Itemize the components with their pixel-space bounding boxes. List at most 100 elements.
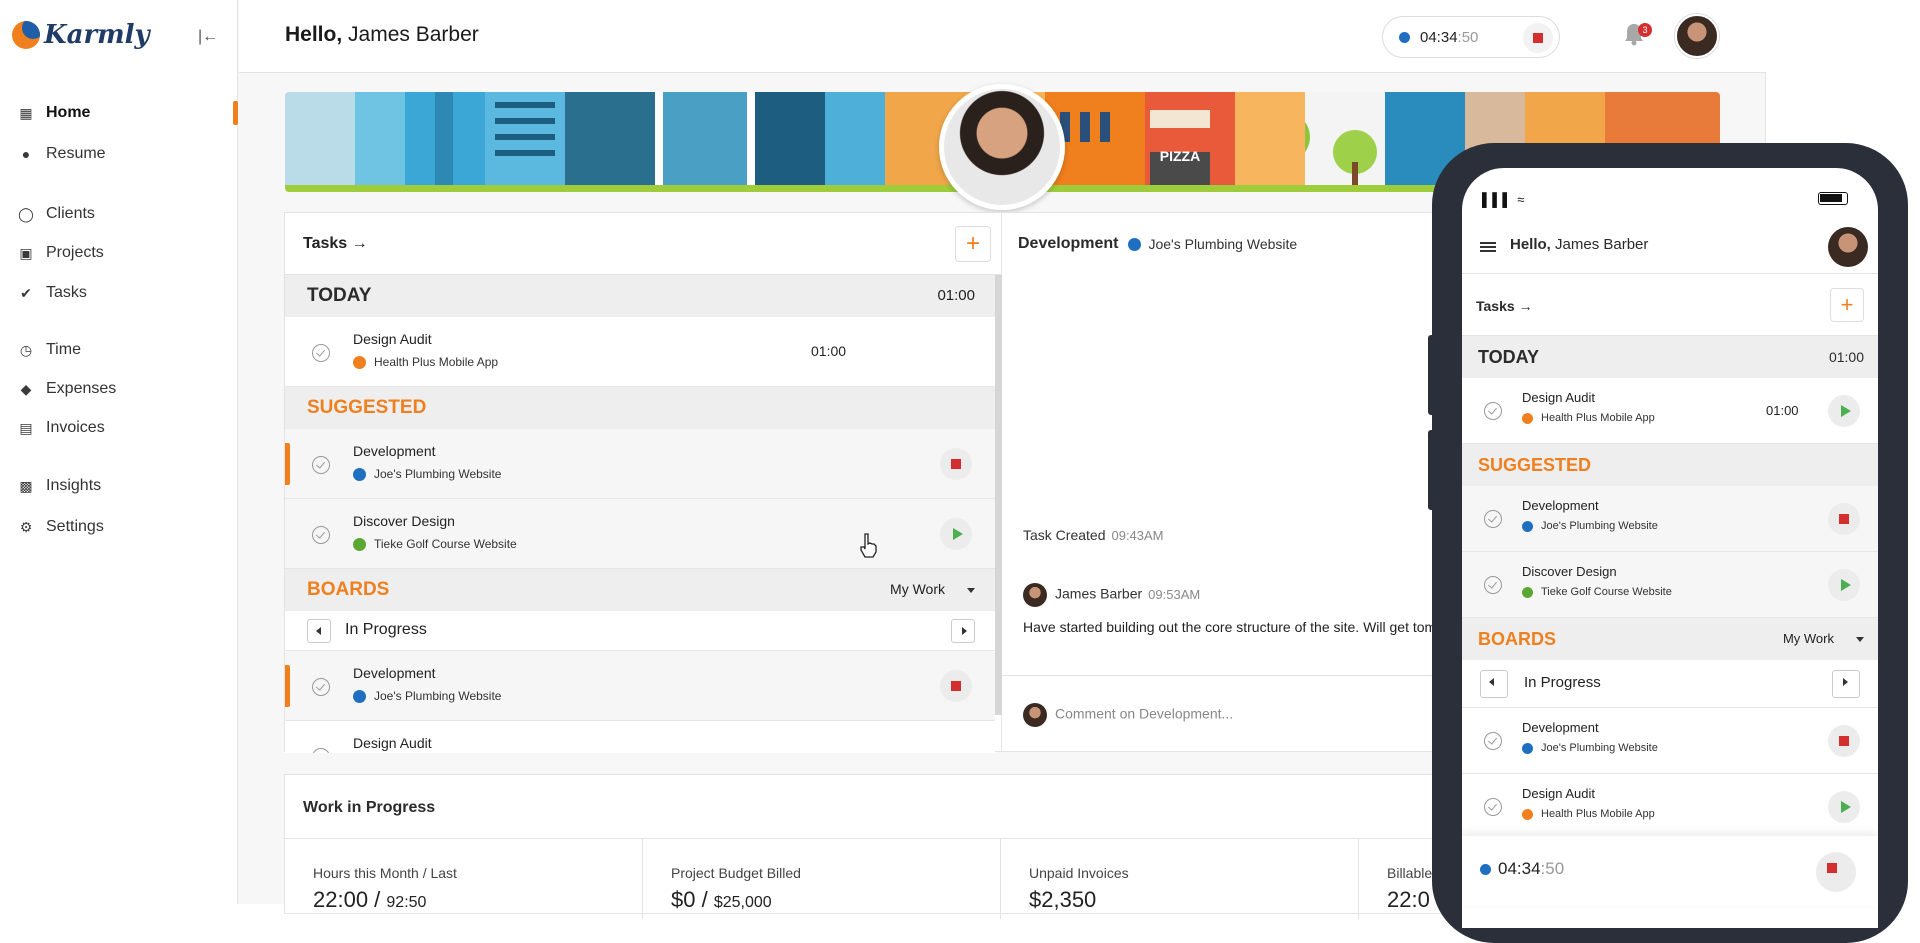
stop-timer-button[interactable] [940, 448, 972, 480]
add-task-button[interactable]: + [955, 226, 991, 262]
task-project: Tieke Golf Course Website [353, 537, 517, 551]
hamburger-menu-icon[interactable] [1480, 242, 1496, 252]
task-row[interactable]: Development Joe's Plumbing Website [285, 429, 995, 499]
home-grid-icon: ▦ [19, 105, 33, 121]
greeting-hello: Hello, [1510, 236, 1551, 253]
start-timer-button[interactable] [940, 518, 972, 550]
mobile-avatar[interactable] [1828, 227, 1868, 267]
list-item[interactable]: Design Audit Health Plus Mobile App [1462, 774, 1878, 840]
start-timer-button[interactable] [1828, 569, 1860, 601]
sidebar-item-resume[interactable]: ● Resume [18, 145, 106, 163]
complete-check-icon[interactable] [1484, 576, 1502, 594]
complete-check-icon[interactable] [1484, 402, 1502, 420]
mobile-timer-bar[interactable]: 04:34:50 [1462, 836, 1878, 906]
stat-budget: Project Budget Billed $0 / $25,000 [643, 839, 1001, 919]
list-item[interactable]: Development Joe's Plumbing Website [1462, 708, 1878, 774]
task-row[interactable]: Design Audit Health Plus Mobile App 01:0… [285, 317, 995, 387]
sidebar-item-insights[interactable]: ▩ Insights [18, 477, 101, 495]
next-board-button[interactable] [1832, 670, 1860, 698]
complete-check-icon[interactable] [1484, 798, 1502, 816]
user-avatar[interactable] [1675, 14, 1719, 58]
list-item[interactable]: Design Audit Health Plus Mobile App 01:0… [1462, 378, 1878, 444]
complete-check-icon[interactable] [312, 456, 330, 474]
task-row[interactable]: Design Audit [285, 721, 995, 753]
complete-check-icon[interactable] [312, 344, 330, 362]
comment-placeholder: Comment on Development... [1055, 705, 1234, 722]
project-label: Joe's Plumbing Website [374, 689, 502, 703]
task-row[interactable]: Discover Design Tieke Golf Course Websit… [285, 499, 995, 569]
tasks-title: Tasks [1476, 298, 1515, 314]
stat-secondary: $25,000 [713, 894, 772, 911]
suggested-label: SUGGESTED [1478, 455, 1592, 475]
stat-value: $0 / $25,000 [671, 887, 772, 913]
project-dot [1522, 520, 1533, 532]
task-name: Design Audit [353, 331, 432, 347]
sidebar-item-label: Invoices [46, 419, 105, 436]
pizza-sign: PIZZA [1160, 148, 1200, 164]
sidebar-item-settings[interactable]: ⚙ Settings [18, 518, 104, 536]
running-timer[interactable]: 04:34:50 [1382, 16, 1560, 58]
commenter-avatar [1023, 703, 1047, 727]
project-dot [353, 467, 366, 481]
arrow-right-icon: → [351, 235, 368, 252]
list-item[interactable]: Development Joe's Plumbing Website [1462, 486, 1878, 552]
prev-board-button[interactable] [1480, 670, 1508, 698]
notification-badge: 3 [1638, 23, 1652, 37]
task-name: Discover Design [1522, 564, 1617, 579]
comment-input[interactable]: Comment on Development... [1023, 703, 1233, 727]
active-task-accent [285, 665, 290, 707]
complete-check-icon[interactable] [312, 526, 330, 544]
sidebar-item-tasks[interactable]: ✔ Tasks [18, 284, 87, 302]
sidebar-item-expenses[interactable]: ◆ Expenses [18, 380, 117, 398]
task-name: Development [1522, 498, 1599, 513]
project-label: Health Plus Mobile App [1541, 808, 1655, 820]
boards-label: BOARDS [1478, 629, 1557, 649]
next-board-button[interactable] [951, 619, 975, 643]
stat-primary: 22:00 [313, 887, 369, 912]
boards-filter-label: My Work [1782, 631, 1834, 646]
stop-timer-button[interactable] [940, 670, 972, 702]
karmly-logo[interactable]: Karmly [12, 20, 150, 50]
complete-check-icon[interactable] [312, 678, 330, 696]
today-section-header: TODAY 01:00 [285, 275, 995, 317]
complete-check-icon[interactable] [1484, 732, 1502, 750]
sidebar-item-time[interactable]: ◷ Time [18, 341, 81, 359]
complete-check-icon[interactable] [1484, 510, 1502, 528]
sidebar-item-invoices[interactable]: ▤ Invoices [18, 419, 105, 437]
task-row[interactable]: Development Joe's Plumbing Website [285, 651, 995, 721]
stat-value: 22:00 / 92:50 [313, 887, 426, 913]
start-timer-button[interactable] [1828, 395, 1860, 427]
arrow-right-icon: → [1518, 298, 1533, 314]
start-timer-button[interactable] [1828, 791, 1860, 823]
mobile-add-task-button[interactable]: + [1830, 288, 1864, 322]
project-label: Tieke Golf Course Website [1541, 586, 1672, 598]
caret-down-icon [1856, 637, 1864, 643]
tasks-link[interactable]: Tasks → [303, 235, 368, 253]
stop-timer-button[interactable] [1828, 503, 1860, 535]
sidebar-item-home[interactable]: ▦ Home [18, 104, 90, 122]
project-label: Tieke Golf Course Website [374, 537, 517, 551]
mobile-tasks-link[interactable]: Tasks → [1476, 298, 1533, 314]
collapse-sidebar-icon[interactable]: |← [198, 28, 218, 46]
task-name: Design Audit [1522, 786, 1595, 801]
stat-label: Hours this Month / Last [313, 865, 457, 881]
list-item[interactable]: Discover Design Tieke Golf Course Websit… [1462, 552, 1878, 618]
stop-timer-button[interactable] [1828, 725, 1860, 757]
detail-task-name: Development [1018, 235, 1119, 252]
prev-board-button[interactable] [307, 619, 331, 643]
person-icon: ● [21, 146, 31, 162]
project-label: Health Plus Mobile App [374, 355, 499, 369]
sidebar-item-clients[interactable]: ◯ Clients [18, 205, 95, 223]
tasks-scrollbar[interactable] [995, 275, 1002, 715]
timer-stop-button[interactable] [1523, 23, 1553, 53]
sidebar-item-projects[interactable]: ▣ Projects [18, 244, 103, 262]
boards-filter-dropdown[interactable]: My Work [1783, 631, 1864, 646]
detail-project-label: Joe's Plumbing Website [1148, 236, 1298, 252]
timer-minutes: 04:34 [1420, 29, 1458, 46]
mobile-timer-stop-button[interactable] [1816, 852, 1856, 892]
boards-filter-dropdown[interactable]: My Work [890, 581, 975, 597]
project-label: Joe's Plumbing Website [1541, 520, 1658, 532]
suggested-section-header: SUGGESTED [285, 387, 995, 429]
sidebar-item-label: Settings [46, 518, 104, 535]
complete-check-icon[interactable] [312, 748, 330, 753]
